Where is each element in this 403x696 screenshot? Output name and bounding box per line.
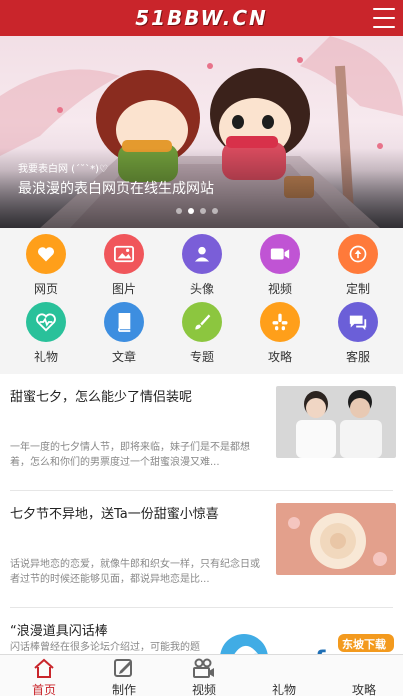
site-logo[interactable]: 51BBW.CN [135, 6, 268, 30]
nav-label: 首页 [31, 683, 56, 696]
nav-label: 视频 [191, 683, 216, 696]
brush-icon [182, 302, 222, 342]
grid-item-article[interactable]: 文章 [94, 302, 154, 365]
carousel-dots [176, 208, 218, 214]
grid-item-image[interactable]: 图片 [94, 234, 154, 297]
grid-label: 攻略 [267, 350, 292, 364]
nav-label: 礼物 [271, 683, 296, 696]
grid-label: 头像 [189, 282, 214, 296]
home-icon [4, 657, 84, 681]
banner-subtitle: 我要表白网 (ˊ˘ˋ*)♡ [18, 164, 108, 175]
grid-label: 视频 [267, 282, 292, 296]
carousel-dot[interactable] [200, 208, 206, 214]
grid-item-guide[interactable]: 攻略 [250, 302, 310, 365]
nav-guide[interactable]: 攻略 [324, 655, 403, 696]
yelp-icon [260, 302, 300, 342]
grid-label: 定制 [345, 282, 370, 296]
grid-item-service[interactable]: 客服 [328, 302, 388, 365]
carousel-dot[interactable] [212, 208, 218, 214]
heart-icon [26, 234, 66, 274]
menu-icon[interactable] [373, 8, 395, 28]
article-desc: 话说异地恋的恋爱，就像牛郎和织女一样，只有纪念日或者过节的时候还能够见面，都说异… [10, 559, 260, 585]
nav-make[interactable]: 制作 [84, 655, 164, 696]
nav-gift[interactable]: 礼物 [244, 655, 324, 696]
watermark-badge: 东坡下载 [342, 637, 386, 651]
grid-item-custom[interactable]: 定制 [328, 234, 388, 297]
grid-label: 礼物 [33, 350, 58, 364]
article-desc: 一年一度的七夕情人节，即将来临，妹子们是不是都想着，怎么和你们的男票度过一个甜蜜… [10, 442, 250, 468]
image-icon [104, 234, 144, 274]
edit-icon [84, 657, 164, 681]
video-camera-icon [164, 657, 244, 681]
grid-item-video[interactable]: 视频 [250, 234, 310, 297]
grid-label: 客服 [345, 350, 370, 364]
banner-title[interactable]: 最浪漫的表白网页在线生成网站 [18, 178, 214, 198]
nav-label: 攻略 [351, 683, 376, 696]
carousel-dot-active[interactable] [188, 208, 194, 214]
grid-label: 网页 [33, 282, 58, 296]
grid-item-webpage[interactable]: 网页 [16, 234, 76, 297]
article-thumbnail[interactable] [276, 503, 396, 575]
grid-label: 图片 [111, 282, 136, 296]
banner-carousel[interactable]: 我要表白网 (ˊ˘ˋ*)♡ 最浪漫的表白网页在线生成网站 [0, 36, 403, 228]
article-item[interactable]: 七夕节不异地，送Ta一份甜蜜小惊喜 话说异地恋的恋爱，就像牛郎和织女一样，只有纪… [0, 491, 403, 607]
grid-item-topic[interactable]: 专题 [172, 302, 232, 365]
grid-item-gift[interactable]: 礼物 [16, 302, 76, 365]
guide-icon [324, 657, 403, 681]
video-icon [260, 234, 300, 274]
carousel-dot[interactable] [176, 208, 182, 214]
book-icon [104, 302, 144, 342]
header-bar: 51BBW.CN [0, 0, 403, 36]
category-grid: 网页 图片 头像 视频 定制 礼物 文章 专题 攻略 客服 [0, 228, 403, 374]
article-title[interactable]: 甜蜜七夕，怎么能少了情侣装呢 [10, 386, 268, 405]
upload-icon [338, 234, 378, 274]
article-thumbnail[interactable] [276, 386, 396, 458]
gift-icon [244, 657, 324, 681]
bottom-nav: 首页 制作 视频 礼物 攻略 [0, 654, 403, 696]
user-icon [182, 234, 222, 274]
heartbeat-icon [26, 302, 66, 342]
grid-label: 专题 [189, 350, 214, 364]
nav-video[interactable]: 视频 [164, 655, 244, 696]
article-item[interactable]: 甜蜜七夕，怎么能少了情侣装呢 一年一度的七夕情人节，即将来临，妹子们是不是都想着… [0, 374, 403, 490]
chat-icon [338, 302, 378, 342]
nav-label: 制作 [111, 683, 136, 696]
grid-item-avatar[interactable]: 头像 [172, 234, 232, 297]
article-title[interactable]: 七夕节不异地，送Ta一份甜蜜小惊喜 [10, 503, 268, 522]
grid-label: 文章 [111, 350, 136, 364]
nav-home[interactable]: 首页 [4, 655, 84, 696]
